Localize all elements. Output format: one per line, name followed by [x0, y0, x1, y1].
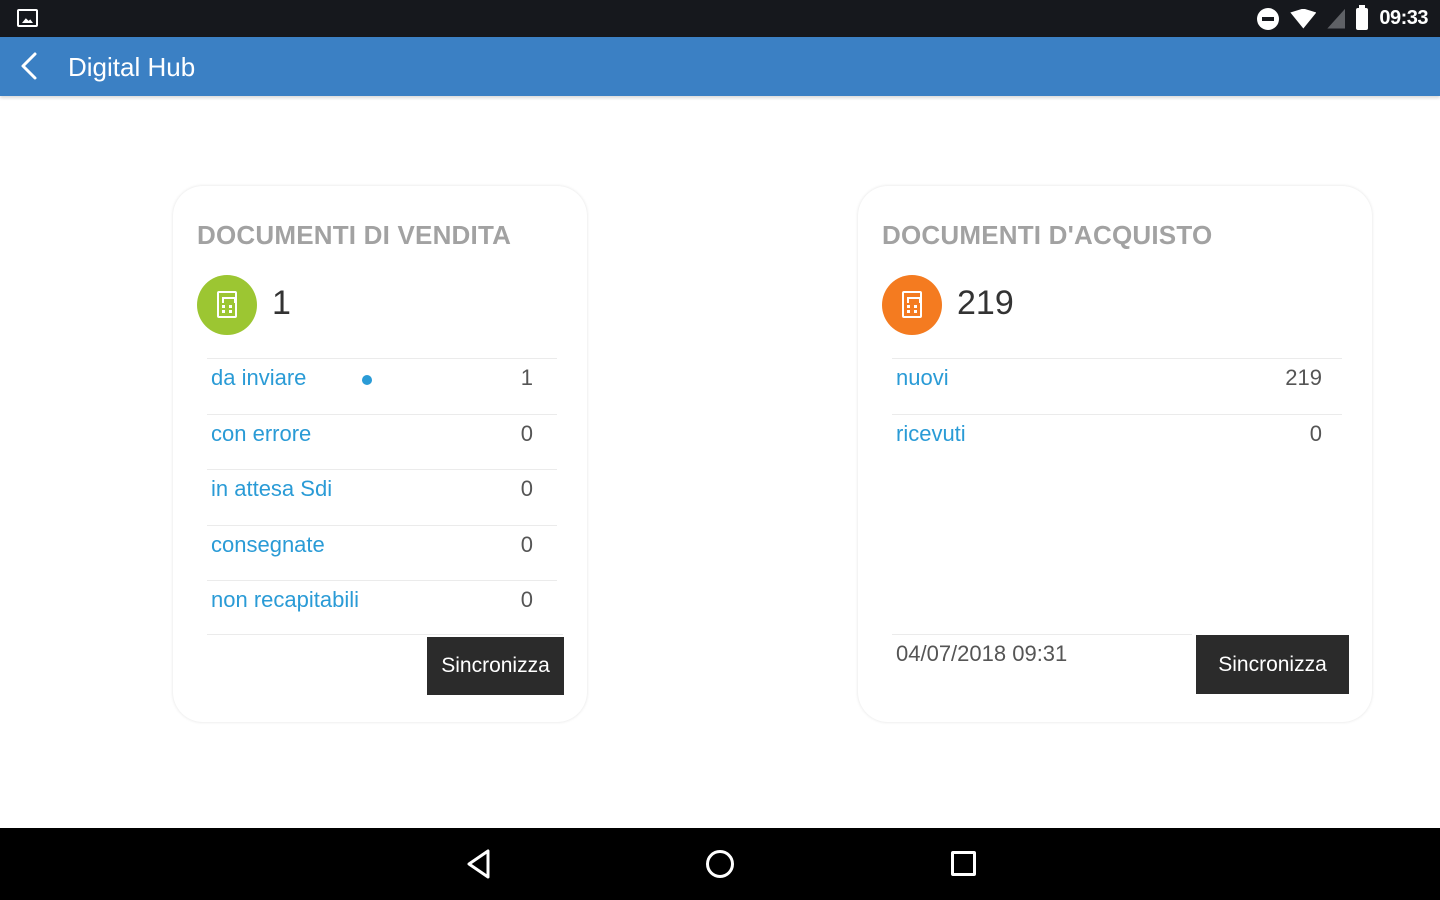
status-count: 0: [520, 476, 533, 501]
document-icon: [902, 291, 922, 318]
status-count: 0: [1309, 420, 1322, 446]
list-item[interactable]: ricevuti 0: [892, 413, 1342, 470]
nav-back-icon[interactable]: [466, 848, 492, 880]
purchases-sync-button[interactable]: Sincronizza: [1196, 635, 1349, 694]
status-label[interactable]: non recapitabili: [211, 587, 359, 613]
list-item[interactable]: consegnate 0: [207, 524, 557, 581]
status-count: 0: [520, 587, 533, 612]
status-label[interactable]: nuovi: [896, 365, 949, 391]
sales-status-list: da inviare 1 con errore 0 in attesa Sdi …: [207, 358, 557, 636]
purchase-documents-card: DOCUMENTI D'ACQUISTO 219 nuovi 219 ricev…: [858, 186, 1372, 722]
battery-icon: [1356, 4, 1369, 30]
nav-recents-icon[interactable]: [951, 851, 976, 876]
unread-dot: [362, 375, 372, 385]
page-title: Digital Hub: [68, 52, 196, 82]
do-not-disturb-icon: [1257, 7, 1280, 30]
status-label[interactable]: ricevuti: [896, 421, 966, 447]
status-count: 0: [520, 531, 533, 557]
no-signal-icon: [1327, 8, 1346, 29]
status-bar: 09:33: [0, 0, 1440, 37]
list-item[interactable]: con errore 0: [207, 413, 557, 470]
sales-badge: [197, 275, 257, 335]
status-count: 1: [520, 365, 533, 390]
status-label[interactable]: in attesa Sdi: [211, 476, 332, 502]
card-title: DOCUMENTI D'ACQUISTO: [882, 220, 1213, 250]
list-item[interactable]: da inviare 1: [207, 358, 557, 414]
document-icon: [217, 291, 237, 318]
divider: [892, 634, 1192, 635]
sales-documents-card: DOCUMENTI DI VENDITA 1 da inviare 1 con …: [173, 186, 587, 722]
last-sync-timestamp: 04/07/2018 09:31: [896, 641, 1068, 666]
status-label[interactable]: da inviare: [211, 365, 306, 391]
purchases-status-list: nuovi 219 ricevuti 0: [892, 358, 1342, 469]
list-item[interactable]: non recapitabili 0: [207, 580, 557, 636]
status-count: 0: [520, 420, 533, 446]
card-title: DOCUMENTI DI VENDITA: [197, 220, 512, 250]
status-label[interactable]: con errore: [211, 421, 311, 447]
back-arrow-icon[interactable]: [14, 50, 46, 82]
wifi-icon: [1290, 8, 1317, 29]
sales-count: 1: [272, 284, 291, 322]
status-icons: 09:33: [1257, 0, 1428, 37]
purchases-count: 219: [957, 284, 1014, 322]
purchases-badge: [882, 275, 942, 335]
status-count: 219: [1285, 365, 1322, 390]
list-item[interactable]: in attesa Sdi 0: [207, 469, 557, 525]
image-icon: [17, 9, 38, 27]
nav-home-icon[interactable]: [706, 850, 734, 878]
sales-sync-button[interactable]: Sincronizza: [427, 637, 564, 695]
status-label[interactable]: consegnate: [211, 532, 325, 558]
navigation-bar: [0, 828, 1440, 900]
app-bar: Digital Hub: [0, 37, 1440, 96]
status-time: 09:33: [1379, 7, 1428, 29]
divider: [207, 634, 563, 635]
list-item[interactable]: nuovi 219: [892, 358, 1342, 414]
